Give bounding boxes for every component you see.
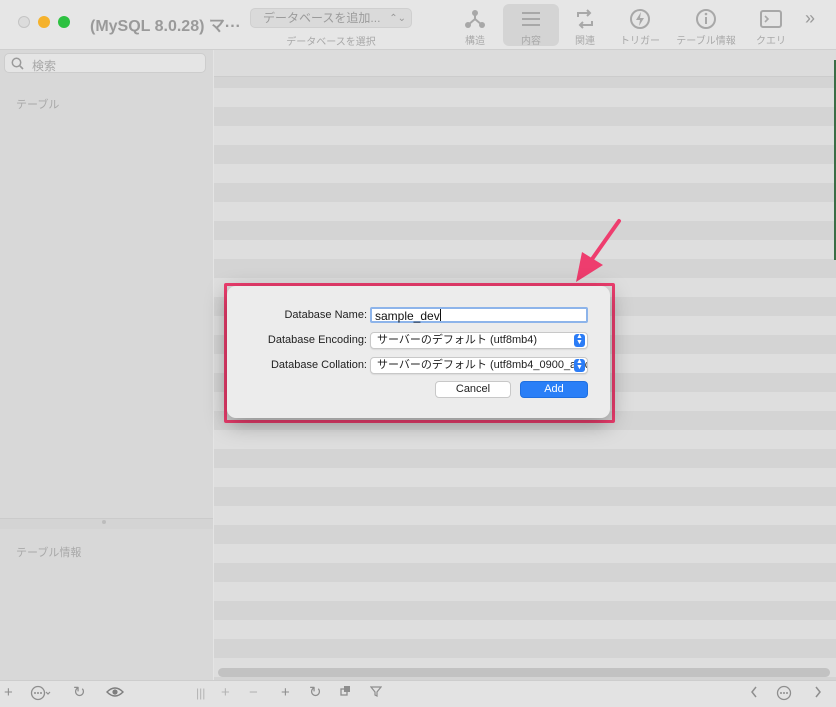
- chevron-updown-icon: ▲ ▼: [574, 333, 585, 347]
- content-icon: [522, 12, 540, 26]
- database-collation-value: サーバーのデフォルト (utf8mb4_0900_ai_ci): [377, 359, 588, 371]
- query-icon: [760, 10, 782, 28]
- chevron-updown-icon: ⌃⌄: [389, 13, 406, 24]
- search-placeholder: 検索: [32, 59, 57, 73]
- annotation-arrow-icon: [576, 219, 621, 282]
- content-table-header: [214, 50, 836, 77]
- ellipsis-circle-icon: [30, 685, 51, 701]
- previous-page-button[interactable]: [749, 685, 759, 703]
- next-page-button[interactable]: [813, 685, 823, 703]
- add-database-dialog: Database Name: sample_dev Database Encod…: [227, 286, 610, 418]
- toolbar-relations[interactable]: 関連: [557, 4, 613, 47]
- database-name-field[interactable]: sample_dev: [370, 307, 588, 323]
- sidebar-splitter[interactable]: [0, 518, 213, 529]
- delete-row-button[interactable]: −: [249, 685, 258, 701]
- search-input[interactable]: 検索: [4, 53, 206, 73]
- database-name-value: sample_dev: [375, 309, 440, 323]
- toolbar-structure[interactable]: 構造: [447, 4, 503, 47]
- toolbar-query[interactable]: クエリ: [743, 4, 799, 47]
- database-collation-label: Database Collation:: [270, 359, 367, 371]
- maximize-window-button[interactable]: [58, 16, 70, 28]
- structure-icon: [465, 10, 485, 28]
- toolbar-label: トリガー: [620, 36, 660, 47]
- relations-icon: [577, 9, 593, 29]
- window-title: (MySQL 8.0.28) マ···: [90, 18, 241, 35]
- toolbar-overflow-button[interactable]: »: [805, 8, 815, 29]
- chevron-right-icon: [815, 686, 821, 698]
- copy-icon[interactable]: [340, 685, 352, 701]
- database-selector-value: データベースを追加...: [263, 11, 381, 25]
- database-selector-caption: データベースを選択: [286, 37, 376, 48]
- toolbar-label: 構造: [465, 36, 485, 47]
- database-encoding-value: サーバーのデフォルト (utf8mb4): [377, 334, 538, 346]
- ellipsis-circle-icon: [776, 685, 792, 701]
- close-window-button[interactable]: [18, 16, 30, 28]
- toolbar-label: テーブル情報: [676, 36, 736, 47]
- toolbar-content[interactable]: 内容: [503, 4, 559, 47]
- toolbar-table-info[interactable]: テーブル情報: [672, 4, 740, 47]
- more-options-button[interactable]: [30, 685, 52, 705]
- pagination-options-button[interactable]: [776, 685, 792, 705]
- column-resize-icon: |||: [196, 686, 206, 700]
- refresh-icon[interactable]: ↻: [73, 685, 86, 701]
- database-collation-select[interactable]: サーバーのデフォルト (utf8mb4_0900_ai_ci) ▲ ▼: [370, 357, 588, 374]
- text-caret: [439, 309, 441, 321]
- database-encoding-label: Database Encoding:: [267, 334, 367, 346]
- database-name-label: Database Name:: [284, 309, 367, 321]
- toolbar-triggers[interactable]: トリガー: [612, 4, 668, 47]
- database-encoding-select[interactable]: サーバーのデフォルト (utf8mb4) ▲ ▼: [370, 332, 588, 349]
- add-row-button[interactable]: +: [221, 685, 230, 701]
- filter-icon[interactable]: [369, 685, 383, 701]
- visibility-button[interactable]: [106, 685, 124, 703]
- add-button[interactable]: Add: [520, 381, 588, 398]
- duplicate-row-button[interactable]: +: [281, 685, 290, 701]
- title-bar: (MySQL 8.0.28) マ··· データベースを追加... ⌃⌄ データベ…: [0, 0, 836, 50]
- toolbar-label: 関連: [575, 36, 595, 47]
- database-selector[interactable]: データベースを追加... ⌃⌄: [250, 8, 412, 28]
- info-icon: [696, 9, 716, 29]
- refresh-content-icon[interactable]: ↻: [309, 685, 322, 701]
- eye-icon: [106, 687, 124, 697]
- chevron-updown-icon: ▲ ▼: [574, 358, 585, 372]
- toolbar-label: クエリ: [756, 36, 786, 47]
- search-icon: [11, 57, 24, 70]
- horizontal-scrollbar[interactable]: [218, 668, 830, 677]
- table-info-section-label: テーブル情報: [16, 547, 82, 559]
- cancel-button[interactable]: Cancel: [435, 381, 511, 398]
- splitter-handle-icon: [102, 520, 106, 524]
- chevron-left-icon: [751, 686, 757, 698]
- minimize-window-button[interactable]: [38, 16, 50, 28]
- add-table-button[interactable]: +: [4, 685, 13, 701]
- bottom-bar: + ↻ ||| + − + ↻: [0, 680, 836, 707]
- tables-section-label: テーブル: [16, 99, 60, 111]
- toolbar-label: 内容: [521, 36, 541, 47]
- sidebar: 検索 テーブル テーブル情報: [0, 50, 213, 680]
- trigger-icon: [630, 9, 650, 29]
